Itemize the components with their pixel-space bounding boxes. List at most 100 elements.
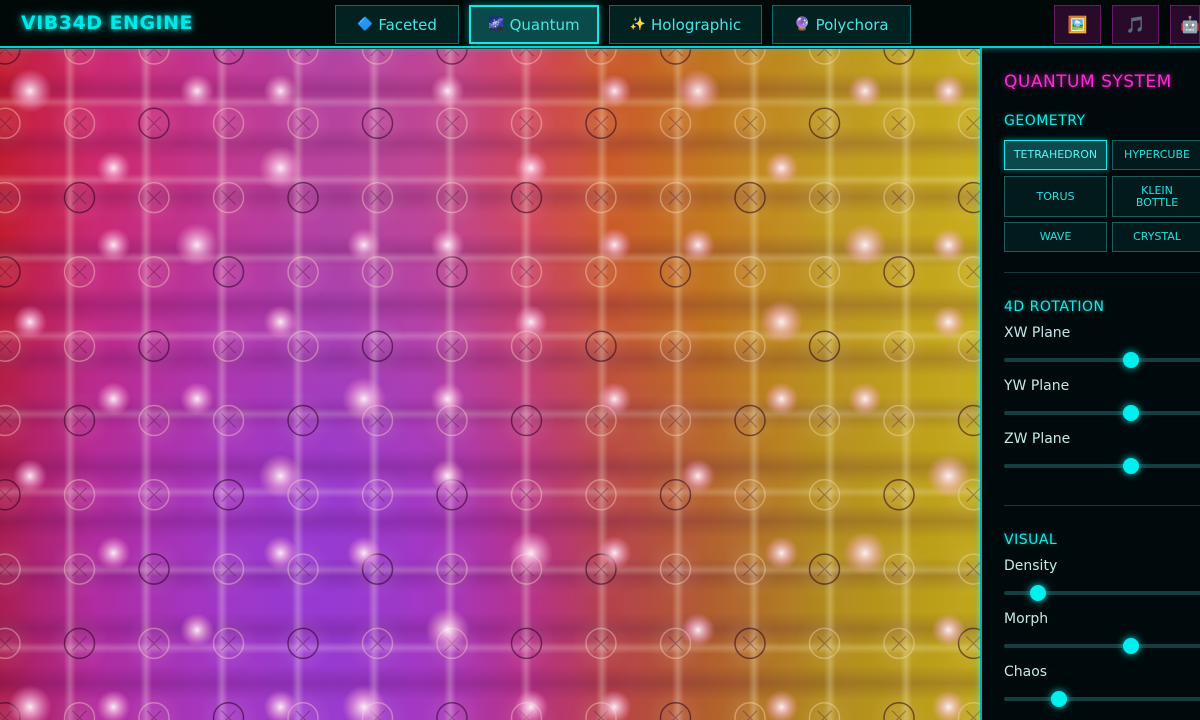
geometry-torus-button[interactable]: TORUS bbox=[1004, 176, 1107, 217]
glow-orb bbox=[848, 74, 882, 108]
glow-orb bbox=[931, 74, 966, 108]
geometry-klein-bottle-button[interactable]: KLEIN BOTTLE bbox=[1112, 176, 1200, 217]
app-logo: VIB34D ENGINE bbox=[21, 12, 194, 34]
glow-orb bbox=[96, 151, 131, 185]
glow-orb bbox=[931, 228, 966, 262]
xw-plane-slider[interactable] bbox=[1004, 352, 1200, 368]
glow-orb bbox=[13, 459, 47, 493]
glow-orb bbox=[180, 382, 214, 416]
morph-label: Morph bbox=[1004, 611, 1049, 627]
tab-quantum[interactable]: 🌌 Quantum bbox=[469, 5, 599, 44]
lattice-cell bbox=[124, 687, 184, 720]
glow-orb bbox=[681, 613, 715, 647]
panel-title: QUANTUM SYSTEM bbox=[1004, 72, 1172, 92]
lattice-cell bbox=[943, 539, 980, 600]
glow-orb bbox=[848, 382, 882, 416]
glow-orb bbox=[8, 69, 52, 113]
top-bar: VIB34D ENGINE 🔷 Faceted 🌌 Quantum ✨ Holo… bbox=[0, 0, 1200, 48]
audio-button[interactable]: 🎵 bbox=[1112, 5, 1159, 44]
visual-section-title: VISUAL bbox=[1004, 532, 1058, 548]
glow-orb bbox=[347, 228, 381, 262]
zw-plane-slider[interactable] bbox=[1004, 458, 1200, 474]
geometry-crystal-button[interactable]: CRYSTAL bbox=[1112, 222, 1200, 252]
glow-orb bbox=[258, 146, 303, 190]
crystal-ball-icon: 🔮 bbox=[794, 17, 811, 32]
lattice-cell bbox=[645, 687, 706, 720]
lattice-cell bbox=[198, 687, 259, 720]
glow-orb bbox=[180, 74, 214, 108]
glow-orb bbox=[597, 536, 632, 570]
glow-orb bbox=[263, 74, 298, 108]
glow-orb bbox=[843, 531, 887, 575]
glow-orb bbox=[96, 536, 131, 570]
glow-orb bbox=[764, 382, 799, 416]
glow-orb bbox=[180, 613, 214, 647]
glow-orb bbox=[764, 151, 799, 185]
ai-button[interactable]: 🤖 bbox=[1170, 5, 1200, 44]
slider-thumb[interactable] bbox=[1122, 458, 1139, 474]
glow-orb bbox=[597, 228, 632, 262]
robot-icon: 🤖 bbox=[1180, 15, 1200, 34]
section-divider bbox=[1004, 272, 1200, 273]
glow-orb bbox=[509, 531, 553, 575]
glow-orb bbox=[258, 454, 303, 498]
slider-thumb[interactable] bbox=[1051, 691, 1068, 707]
density-slider[interactable] bbox=[1004, 585, 1200, 601]
slider-thumb[interactable] bbox=[1122, 352, 1139, 368]
glow-orb bbox=[676, 69, 720, 113]
gallery-icon: 🖼️ bbox=[1067, 15, 1088, 34]
geometry-wave-button[interactable]: WAVE bbox=[1004, 222, 1107, 252]
yw-plane-label: YW Plane bbox=[1004, 378, 1070, 394]
tab-label: Faceted bbox=[378, 15, 437, 34]
glow-orb bbox=[931, 305, 966, 339]
slider-thumb[interactable] bbox=[1029, 585, 1046, 601]
glow-orb bbox=[430, 228, 465, 262]
slider-thumb[interactable] bbox=[1122, 405, 1139, 421]
yw-plane-slider[interactable] bbox=[1004, 405, 1200, 421]
lattice-cell bbox=[943, 167, 980, 228]
tab-label: Polychora bbox=[815, 15, 889, 34]
galaxy-icon: 🌌 bbox=[488, 17, 505, 32]
glow-orb bbox=[342, 377, 386, 421]
glow-orb bbox=[263, 305, 298, 339]
glow-orb bbox=[13, 305, 47, 339]
tab-faceted[interactable]: 🔷 Faceted bbox=[335, 5, 459, 44]
glow-orb bbox=[263, 536, 298, 570]
control-panel: QUANTUM SYSTEM GEOMETRY TETRAHEDRON HYPE… bbox=[980, 48, 1200, 720]
slider-thumb[interactable] bbox=[1122, 638, 1139, 654]
gallery-button[interactable]: 🖼️ bbox=[1054, 5, 1101, 44]
glow-orb bbox=[764, 536, 799, 570]
glow-orb bbox=[843, 223, 887, 267]
zw-plane-label: ZW Plane bbox=[1004, 431, 1071, 447]
glow-orb bbox=[759, 300, 804, 344]
geometry-section-title: GEOMETRY bbox=[1004, 113, 1086, 129]
geometry-tetrahedron-button[interactable]: TETRAHEDRON bbox=[1004, 140, 1107, 170]
glow-orb bbox=[514, 151, 548, 185]
music-icon: 🎵 bbox=[1125, 15, 1146, 34]
glow-orb bbox=[430, 74, 465, 108]
glow-orb bbox=[175, 223, 219, 267]
glow-orb bbox=[681, 228, 715, 262]
lattice-cell bbox=[869, 687, 929, 720]
glow-orb bbox=[96, 228, 131, 262]
tab-label: Quantum bbox=[509, 15, 580, 34]
glow-orb bbox=[430, 459, 465, 493]
chaos-slider[interactable] bbox=[1004, 691, 1200, 707]
glow-orb bbox=[425, 608, 470, 652]
lattice-cell bbox=[943, 390, 980, 451]
diamond-icon: 🔷 bbox=[357, 17, 374, 32]
sparkles-icon: ✨ bbox=[629, 17, 647, 32]
tab-holographic[interactable]: ✨ Holographic bbox=[609, 5, 762, 44]
morph-slider[interactable] bbox=[1004, 638, 1200, 654]
visualization-canvas[interactable] bbox=[0, 49, 980, 720]
tab-polychora[interactable]: 🔮 Polychora bbox=[772, 5, 911, 44]
density-label: Density bbox=[1004, 558, 1058, 574]
lattice-cell bbox=[794, 687, 855, 720]
glow-orb bbox=[681, 459, 715, 493]
rotation-section-title: 4D ROTATION bbox=[1004, 299, 1105, 315]
glow-orb bbox=[96, 382, 131, 416]
glow-orb bbox=[926, 454, 971, 498]
glow-orb bbox=[931, 613, 966, 647]
section-divider bbox=[1004, 505, 1200, 506]
geometry-hypercube-button[interactable]: HYPERCUBE bbox=[1112, 140, 1200, 170]
